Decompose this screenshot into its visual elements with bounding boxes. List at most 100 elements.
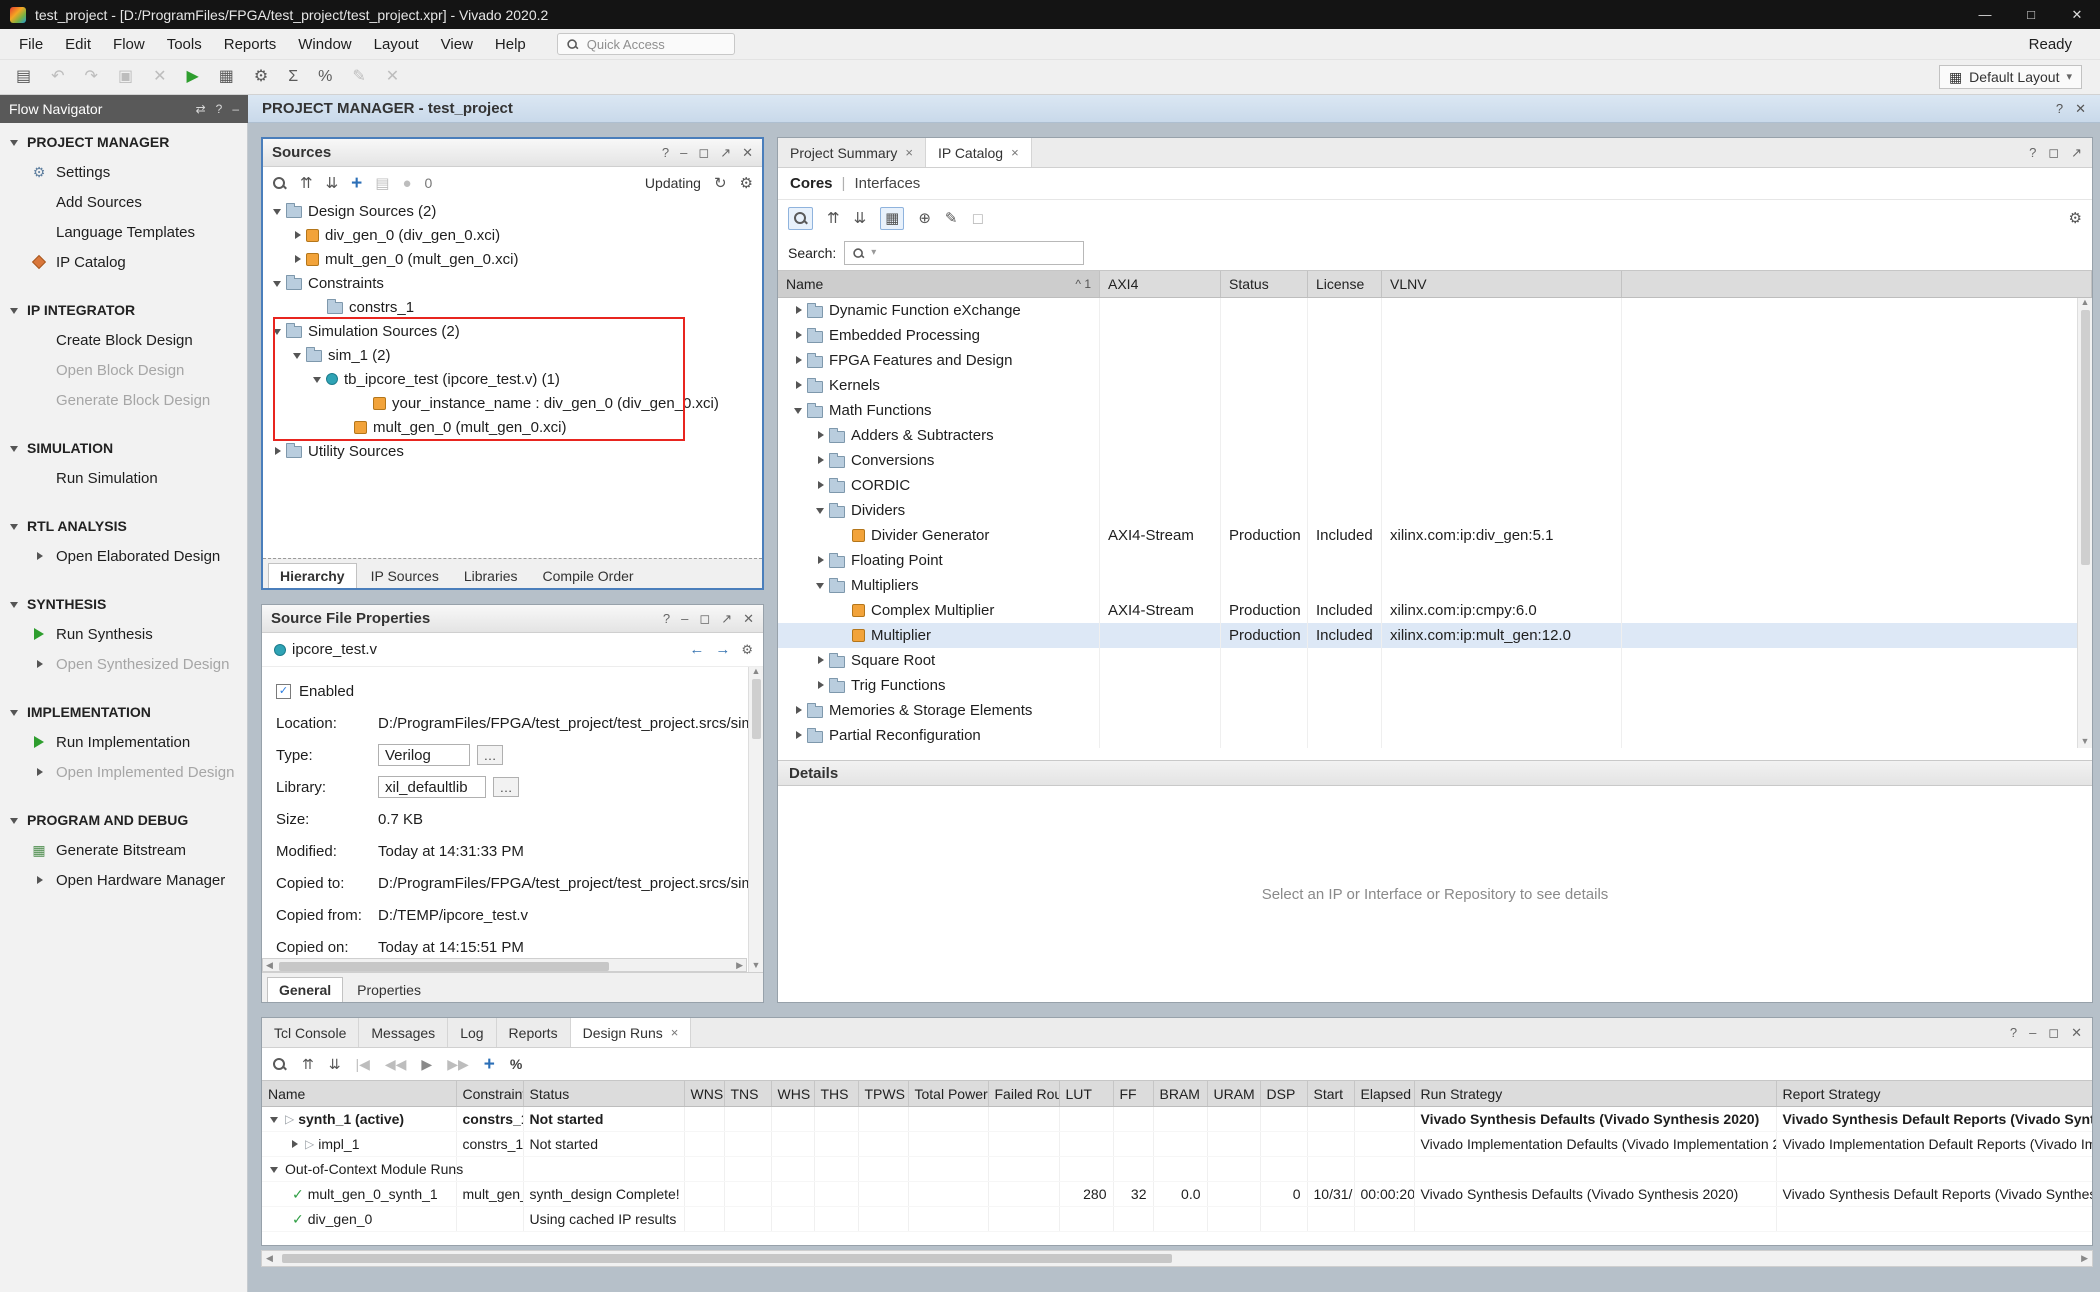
flow-section-implementation[interactable]: IMPLEMENTATION	[0, 697, 247, 727]
add-repository-icon[interactable]: ⊕	[918, 211, 931, 226]
flow-item-ip-catalog[interactable]: IP Catalog	[0, 247, 247, 277]
chevron-down-icon[interactable]	[814, 579, 827, 592]
expand-all-icon[interactable]: ⇊	[854, 211, 867, 226]
edit-icon[interactable]: ✎	[352, 69, 365, 85]
window-minimize-button[interactable]: —	[1962, 0, 2008, 29]
ip-category-row[interactable]: Trig Functions	[778, 673, 2092, 698]
layout-selector[interactable]: ▦ Default Layout ▾	[1939, 65, 2082, 89]
settings-icon[interactable]: ⚙	[2069, 211, 2082, 226]
chevron-right-icon[interactable]	[814, 679, 827, 692]
scrollbar-thumb[interactable]	[2081, 310, 2090, 565]
flow-item-generate-block-design[interactable]: Generate Block Design	[0, 385, 247, 415]
flow-item-settings[interactable]: ⚙Settings	[0, 157, 247, 187]
subtab-interfaces[interactable]: Interfaces	[854, 175, 920, 192]
scroll-down-icon[interactable]: ▼	[752, 961, 761, 970]
flow-item-open-synthesized-design[interactable]: Open Synthesized Design	[0, 649, 247, 679]
column-whs[interactable]: WHS	[771, 1081, 814, 1107]
scroll-right-icon[interactable]: ▶	[2081, 1254, 2088, 1263]
flow-item-run-simulation[interactable]: Run Simulation	[0, 463, 247, 493]
column-run-strategy[interactable]: Run Strategy	[1414, 1081, 1776, 1107]
tab-design-runs[interactable]: Design Runs×	[571, 1018, 692, 1047]
chevron-right-icon[interactable]	[291, 229, 304, 242]
tree-item-mult-gen[interactable]: mult_gen_0 (mult_gen_0.xci)	[263, 247, 762, 271]
chevron-down-icon[interactable]	[792, 404, 805, 417]
float-icon[interactable]: ↗	[721, 612, 732, 625]
float-icon[interactable]: ↗	[2071, 146, 2082, 159]
run-row-impl1[interactable]: ▷impl_1 constrs_1Not started Vivado Impl…	[262, 1132, 2092, 1157]
properties-panel-titlebar[interactable]: Source File Properties ? ‒ ◻ ↗ ✕	[262, 605, 763, 633]
maximize-icon[interactable]: ◻	[699, 612, 710, 625]
settings-icon[interactable]: ⚙	[254, 69, 268, 85]
column-wns[interactable]: WNS	[684, 1081, 724, 1107]
ip-category-row[interactable]: Adders & Subtracters	[778, 423, 2092, 448]
scroll-up-icon[interactable]: ▲	[2081, 298, 2090, 307]
tree-item-tb-ipcore-test[interactable]: tb_ipcore_test (ipcore_test.v) (1)	[263, 367, 762, 391]
menu-window[interactable]: Window	[287, 36, 362, 53]
tab-project-summary[interactable]: Project Summary×	[778, 138, 926, 167]
report-utilization-icon[interactable]: Σ	[288, 69, 298, 85]
column-license[interactable]: License	[1308, 271, 1382, 297]
flow-item-add-sources[interactable]: Add Sources	[0, 187, 247, 217]
scroll-down-icon[interactable]: ▼	[2081, 737, 2090, 746]
help-icon[interactable]: ?	[2056, 102, 2063, 115]
chevron-down-icon[interactable]	[311, 373, 324, 386]
close-icon[interactable]: ✕	[742, 146, 753, 159]
gear-icon[interactable]: ⚙	[741, 642, 753, 657]
chevron-right-icon[interactable]	[814, 554, 827, 567]
chevron-right-icon[interactable]	[792, 704, 805, 717]
column-ths[interactable]: THS	[814, 1081, 858, 1107]
stop-icon[interactable]: ◻	[972, 211, 984, 226]
window-maximize-button[interactable]: □	[2008, 0, 2054, 29]
workspace-horizontal-scrollbar[interactable]: ◀ ▶	[261, 1250, 2093, 1267]
create-runs-icon[interactable]: +	[484, 1055, 495, 1074]
flow-section-synthesis[interactable]: SYNTHESIS	[0, 589, 247, 619]
tab-hierarchy[interactable]: Hierarchy	[268, 563, 357, 588]
column-bram[interactable]: BRAM	[1153, 1081, 1207, 1107]
menu-flow[interactable]: Flow	[102, 36, 156, 53]
chevron-right-icon[interactable]	[288, 1138, 301, 1151]
chevron-down-icon[interactable]	[271, 205, 284, 218]
chevron-right-icon[interactable]	[291, 253, 304, 266]
report-power-icon[interactable]: %	[318, 69, 332, 85]
ip-category-row[interactable]: Embedded Processing	[778, 323, 2092, 348]
chevron-right-icon[interactable]	[792, 329, 805, 342]
maximize-icon[interactable]: ◻	[698, 146, 709, 159]
ip-category-row[interactable]: CORDIC	[778, 473, 2092, 498]
close-icon[interactable]: ✕	[2071, 1026, 2082, 1039]
tree-item-constraints[interactable]: Constraints	[263, 271, 762, 295]
ip-category-row[interactable]: Floating Point	[778, 548, 2092, 573]
tab-messages[interactable]: Messages	[359, 1018, 448, 1047]
ip-category-row[interactable]: Partial Reconfiguration	[778, 723, 2092, 748]
flow-section-project-manager[interactable]: PROJECT MANAGER	[0, 127, 247, 157]
minimize-icon[interactable]: ‒	[2029, 1026, 2036, 1039]
menu-file[interactable]: File	[8, 36, 54, 53]
flow-item-open-block-design[interactable]: Open Block Design	[0, 355, 247, 385]
flow-section-simulation[interactable]: SIMULATION	[0, 433, 247, 463]
sources-panel-titlebar[interactable]: Sources ? ‒ ◻ ↗ ✕	[263, 139, 762, 167]
ip-category-row[interactable]: Kernels	[778, 373, 2092, 398]
flow-item-open-elaborated-design[interactable]: Open Elaborated Design	[0, 541, 247, 571]
chevron-right-icon[interactable]	[792, 729, 805, 742]
chevron-right-icon[interactable]	[814, 654, 827, 667]
forward-icon[interactable]: →	[715, 642, 730, 657]
tree-item-your-instance[interactable]: your_instance_name : div_gen_0 (div_gen_…	[263, 391, 762, 415]
chevron-down-icon[interactable]	[268, 1113, 281, 1126]
expand-all-icon[interactable]: ⇊	[329, 1057, 341, 1071]
chevron-right-icon[interactable]	[271, 445, 284, 458]
minimize-icon[interactable]: ‒	[681, 612, 688, 625]
back-icon[interactable]: ←	[689, 642, 704, 657]
search-icon[interactable]	[788, 207, 813, 230]
add-sources-icon[interactable]: +	[351, 174, 362, 193]
properties-horizontal-scrollbar[interactable]: ◀ ▶	[262, 958, 747, 972]
run-row-div-gen[interactable]: ✓div_gen_0 Using cached IP results	[262, 1207, 2092, 1232]
menu-tools[interactable]: Tools	[156, 36, 213, 53]
type-dropdown[interactable]: Verilog	[378, 744, 470, 766]
minimize-icon[interactable]: ‒	[232, 103, 239, 115]
step-first-icon[interactable]: |◀	[355, 1057, 369, 1071]
menu-view[interactable]: View	[430, 36, 484, 53]
column-uram[interactable]: URAM	[1207, 1081, 1260, 1107]
tab-compile-order[interactable]: Compile Order	[532, 564, 645, 588]
ip-category-row[interactable]: Multipliers	[778, 573, 2092, 598]
subtab-cores[interactable]: Cores	[790, 175, 833, 192]
scroll-up-icon[interactable]: ▲	[752, 667, 761, 676]
